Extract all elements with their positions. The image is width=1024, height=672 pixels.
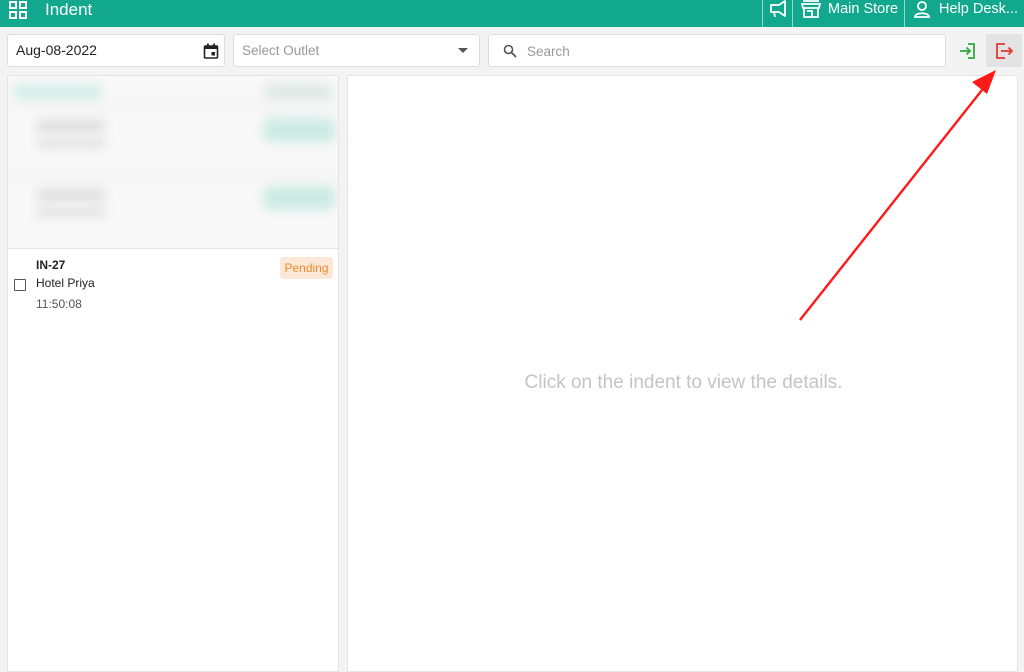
outlet-placeholder: Select Outlet [242, 43, 320, 58]
indent-code: IN-27 [36, 258, 66, 272]
page-title: Indent [45, 0, 93, 19]
empty-state-message: Click on the indent to view the details. [524, 372, 843, 393]
logout-icon [996, 43, 1014, 59]
search-input[interactable] [527, 41, 927, 61]
store-selector[interactable]: Main Store [828, 0, 898, 19]
top-bar: Indent Main Store Help Desk... [0, 0, 1024, 27]
header-divider [762, 0, 763, 27]
indent-outlet: Hotel Priya [36, 276, 95, 290]
indent-time: 11:50:08 [36, 297, 82, 311]
date-value: Aug-08-2022 [16, 42, 97, 58]
header-divider [904, 0, 905, 27]
grid-icon[interactable] [8, 1, 28, 21]
search-icon [503, 44, 517, 58]
store-icon[interactable] [801, 0, 821, 20]
date-picker[interactable]: Aug-08-2022 [7, 34, 225, 67]
item-checkbox[interactable] [14, 279, 26, 291]
blurred-indent-items [8, 76, 338, 248]
indent-detail-panel: Click on the indent to view the details. [347, 75, 1018, 672]
user-icon[interactable] [912, 0, 932, 20]
calendar-icon[interactable] [203, 43, 219, 59]
login-button[interactable] [953, 34, 983, 67]
outlet-select[interactable]: Select Outlet [233, 34, 480, 67]
help-desk-link[interactable]: Help Desk... [939, 0, 1018, 19]
login-icon [960, 43, 975, 59]
indent-list: IN-27 Hotel Priya 11:50:08 Pending [7, 75, 339, 672]
list-item[interactable]: IN-27 Hotel Priya 11:50:08 Pending [8, 249, 338, 321]
megaphone-icon[interactable] [768, 0, 790, 20]
logout-button[interactable] [986, 34, 1022, 67]
search-box[interactable] [488, 34, 946, 67]
header-divider [792, 0, 793, 27]
chevron-down-icon [458, 48, 468, 53]
status-badge: Pending [280, 257, 333, 279]
